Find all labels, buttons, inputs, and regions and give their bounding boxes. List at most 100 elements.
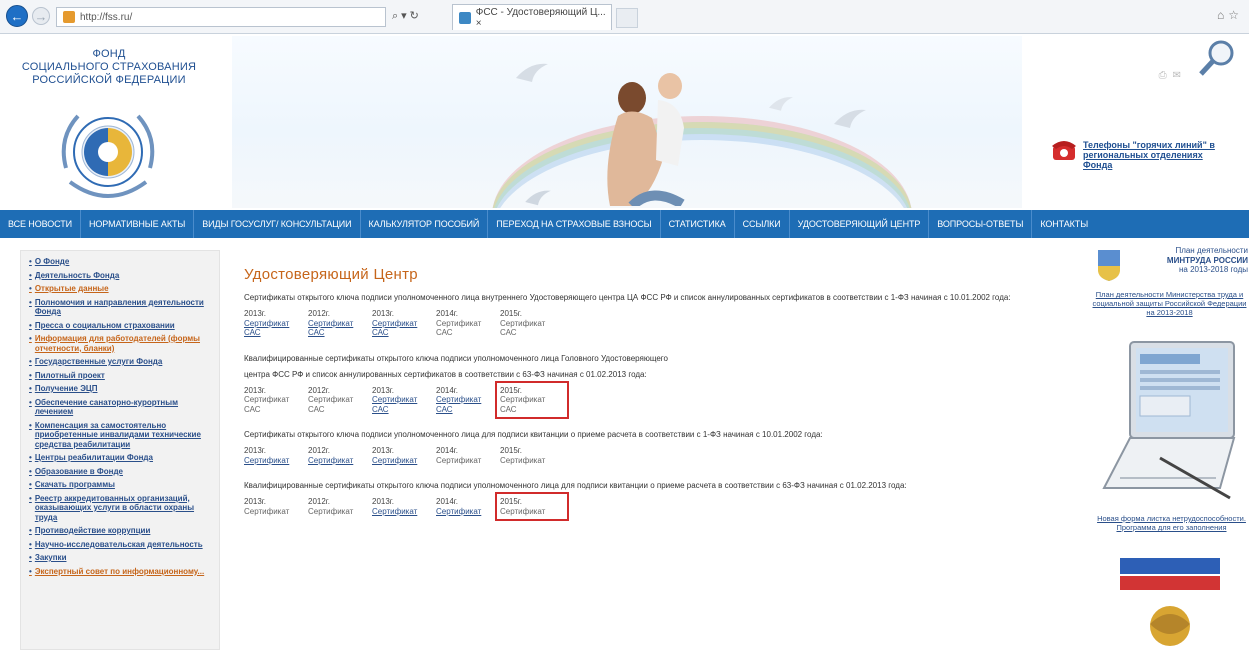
right-sidebar: План деятельности МИНТРУДА РОССИИ на 201… <box>1090 246 1249 651</box>
sidebar-item[interactable]: • Реестр аккредитованных организаций, ока… <box>29 494 213 523</box>
sidebar-item[interactable]: • Получение ЭЦП <box>29 384 213 394</box>
sidebar-item[interactable]: • Деятельность Фонда <box>29 271 213 281</box>
hotline-link[interactable]: Телефоны "горячих линий" в региональных … <box>1083 140 1233 170</box>
sidebar-item[interactable]: • Обеспечение санаторно-курортным лечение… <box>29 398 213 417</box>
year-block: 2013г. Сертификат САС <box>372 386 436 415</box>
cac-link[interactable]: САС <box>372 405 436 415</box>
year-label: 2015г. <box>500 309 522 318</box>
year-label: 2013г. <box>372 497 394 506</box>
dove-icon <box>769 97 793 111</box>
year-label: 2013г. <box>244 497 266 506</box>
ministry-plan-link[interactable]: План деятельности Министерства труда и с… <box>1090 290 1249 317</box>
nav-all-news[interactable]: ВСЕ НОВОСТИ <box>0 210 81 238</box>
sidebar-item-label: Полномочия и направления деятельности Фо… <box>34 297 204 317</box>
certificate-link[interactable]: Сертификат <box>308 319 372 329</box>
print-sitemap-icons[interactable]: ⎙✉ <box>1159 70 1187 81</box>
certificate-link[interactable]: Сертификат <box>372 507 436 517</box>
forward-button[interactable]: → <box>32 7 50 25</box>
sidebar-item[interactable]: • Закупки <box>29 553 213 563</box>
year-block: 2014г. Сертификат <box>436 446 500 465</box>
sidebar-item[interactable]: • Скачать программы <box>29 480 213 490</box>
highlighted-year-block: 2015г. Сертификат САС <box>495 380 569 419</box>
fss-emblem-icon[interactable] <box>48 98 168 210</box>
year-block: 2012г. Сертификат <box>308 446 372 465</box>
certificate-link[interactable]: Сертификат <box>372 456 436 466</box>
nav-contacts[interactable]: КОНТАКТЫ <box>1032 210 1096 238</box>
sidebar-item[interactable]: • Пресса о социальном страховании <box>29 321 213 331</box>
browser-toolbar: ← → http://fss.ru/ ⌕▾↻ ФСС - Удостоверяю… <box>0 0 1249 34</box>
laptop-image[interactable] <box>1100 338 1240 510</box>
new-sick-leave-form-link[interactable]: Новая форма листка нетрудоспособности. П… <box>1094 514 1249 532</box>
sidebar-item-label: Информация для работодателей (формы отче… <box>34 334 200 353</box>
nav-statistics[interactable]: СТАТИСТИКА <box>661 210 735 238</box>
sidebar-item-label: О Фонде <box>34 257 70 266</box>
site-icon <box>63 11 75 23</box>
sidebar-item[interactable]: • Полномочия и направления деятельности Ф… <box>29 298 213 317</box>
site-logo-text[interactable]: ФОНД СОЦИАЛЬНОГО СТРАХОВАНИЯ РОССИЙСКОЙ … <box>4 48 214 87</box>
site-header: ФОНД СОЦИАЛЬНОГО СТРАХОВАНИЯ РОССИЙСКОЙ … <box>0 34 1249 210</box>
cac-link[interactable]: САС <box>372 328 436 338</box>
sidebar-item[interactable]: • Открытые данные <box>29 284 213 294</box>
sidebar-item[interactable]: • Образование в Фонде <box>29 467 213 477</box>
nav-benefits-calculator[interactable]: КАЛЬКУЛЯТОР ПОСОБИЙ <box>361 210 489 238</box>
arrow-right-icon: → <box>34 8 48 24</box>
year-block: 2013г. Сертификат <box>244 446 308 465</box>
cac-link[interactable]: САС <box>244 328 308 338</box>
browser-tab[interactable]: ФСС - Удостоверяющий Ц... × <box>452 4 612 30</box>
sidebar-item-label: Государственные услуги Фонда <box>34 357 163 366</box>
address-bar[interactable]: http://fss.ru/ <box>56 7 386 27</box>
sidebar-item[interactable]: • Пилотный проект <box>29 371 213 381</box>
year-label: 2013г. <box>372 446 394 455</box>
russian-emblem-banner[interactable] <box>1120 554 1220 651</box>
certificate-link[interactable]: Сертификат <box>372 319 436 329</box>
certificate-years: 2013г. Сертификат 2012г. Сертификат 2013г.… <box>244 446 1044 465</box>
certificate-link[interactable]: Сертификат <box>436 395 500 405</box>
sidebar-item[interactable]: • Центры реабилитации Фонда <box>29 453 213 463</box>
sidebar-item-label: Научно-исследовательская деятельность <box>34 539 203 549</box>
back-button[interactable]: ← <box>6 5 28 27</box>
nav-certification-center[interactable]: УДОСТОВЕРЯЮЩИЙ ЦЕНТР <box>790 210 930 238</box>
sidebar-item[interactable]: • Противодействие коррупции <box>29 526 213 536</box>
certificate-link[interactable]: Сертификат <box>436 507 500 517</box>
cac-text: САС <box>436 328 453 337</box>
sidebar-item[interactable]: • Компенсация за самостоятельно приобрете… <box>29 421 213 450</box>
cac-link[interactable]: САС <box>308 328 372 338</box>
year-block: 2013г. Сертификат САС <box>244 309 308 338</box>
search-icon[interactable] <box>1197 38 1237 78</box>
sidebar-item-label: Получение ЭЦП <box>34 384 98 393</box>
sidebar-item[interactable]: • Экспертный совет по информационному... <box>29 567 213 577</box>
certificate-link[interactable]: Сертификат <box>308 456 372 466</box>
year-label: 2012г. <box>308 446 330 455</box>
section-description: Сертификаты открытого ключа подписи упол… <box>244 293 1011 302</box>
certificate-years: 2013г. Сертификат САС 2012г. Сертификат САС … <box>244 380 1044 419</box>
certificate-link[interactable]: Сертификат <box>244 319 308 329</box>
year-block: 2012г. Сертификат САС <box>308 386 372 415</box>
nav-public-services[interactable]: ВИДЫ ГОСУСЛУГ/ КОНСУЛЬТАЦИИ <box>194 210 361 238</box>
header-banner-image <box>232 36 1022 208</box>
arrow-left-icon: ← <box>10 8 24 24</box>
nav-faq[interactable]: ВОПРОСЫ-ОТВЕТЫ <box>929 210 1033 238</box>
sidebar-item[interactable]: • Научно-исследовательская деятельность <box>29 540 213 550</box>
certificate-link[interactable]: Сертификат <box>244 456 308 466</box>
url-text: http://fss.ru/ <box>80 11 133 23</box>
nav-insurance-contributions[interactable]: ПЕРЕХОД НА СТРАХОВЫЕ ВЗНОСЫ <box>488 210 661 238</box>
sidebar-item[interactable]: • Государственные услуги Фонда <box>29 357 213 367</box>
phone-icon[interactable] <box>1051 138 1077 162</box>
sidebar-item[interactable]: • О Фонде <box>29 257 213 267</box>
certificate-link[interactable]: Сертификат <box>372 395 436 405</box>
year-label: 2013г. <box>372 385 394 395</box>
home-star-icons[interactable]: ⌂☆ <box>1217 8 1243 22</box>
year-label: 2015г. <box>500 446 522 455</box>
cac-link[interactable]: САС <box>436 405 500 415</box>
new-tab-button[interactable] <box>616 8 638 28</box>
search-refresh-icons[interactable]: ⌕▾↻ <box>392 9 422 23</box>
year-block: 2012г. Сертификат САС <box>308 309 372 338</box>
mintrud-plan-banner[interactable]: План деятельности МИНТРУДА РОССИИ на 201… <box>1128 246 1248 275</box>
nav-links[interactable]: ССЫЛКИ <box>735 210 790 238</box>
nav-normative-acts[interactable]: НОРМАТИВНЫЕ АКТЫ <box>81 210 195 238</box>
year-label: 2013г. <box>244 385 266 395</box>
year-label: 2013г. <box>244 309 266 318</box>
section-description: Квалифицированные сертификаты открытого … <box>244 481 907 490</box>
mintrud-logo-icon[interactable] <box>1096 248 1122 282</box>
sidebar-item[interactable]: • Информация для работодателей (формы отч… <box>29 334 213 353</box>
